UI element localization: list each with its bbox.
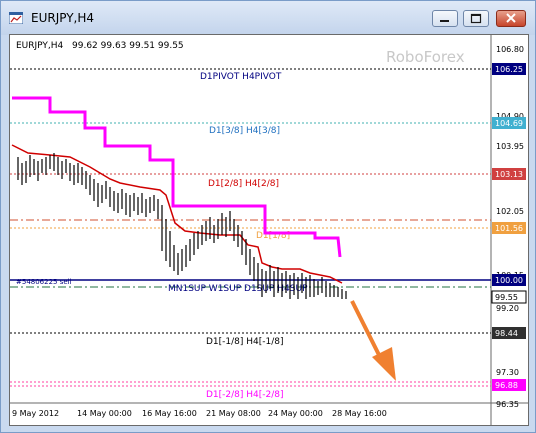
price-tag-text: 103.13 — [495, 170, 523, 179]
level-minus-2-8-label: D1[-2/8] H4[-2/8] — [206, 390, 284, 400]
tick-label: 106.80 — [496, 45, 524, 54]
price-tag-text: 106.25 — [495, 65, 523, 74]
price-tag-text: 101.56 — [495, 224, 523, 233]
price-tag-text: 100.00 — [495, 276, 523, 285]
watermark: RoboForex — [386, 48, 465, 66]
price-tag-text: 96.88 — [495, 381, 518, 390]
maximize-button[interactable] — [463, 10, 489, 27]
time-label: 21 May 08:00 — [206, 409, 261, 418]
window-title: EURJPY,H4 — [31, 11, 95, 25]
time-label: 16 May 16:00 — [142, 409, 197, 418]
minimize-icon — [440, 20, 449, 22]
level-2-8-label: D1[2/8] H4[2/8] — [208, 179, 279, 189]
maximize-icon — [470, 13, 482, 24]
chart-window: EURJPY,H4 EURJPY,H4 99.62 99.63 99.51 99… — [0, 0, 536, 433]
chart-icon — [9, 12, 23, 24]
price-tag-text: 98.44 — [495, 329, 518, 338]
time-label: 28 May 16:00 — [332, 409, 387, 418]
price-tag-text: 104.69 — [495, 119, 523, 128]
price-tag-text: 99.55 — [495, 293, 518, 302]
tick-label: 103.95 — [496, 142, 524, 151]
level-3-8-label: D1[3/8] H4[3/8] — [209, 126, 280, 136]
time-label: 14 May 00:00 — [77, 409, 132, 418]
minimize-button[interactable] — [432, 10, 458, 27]
ohlc-info: 99.62 99.63 99.51 99.55 — [72, 41, 184, 51]
tick-label: 99.20 — [496, 304, 519, 313]
support-label: MN1SUP W1SUP D1SUP H4SUP — [168, 284, 308, 294]
symbol-info: EURJPY,H4 — [16, 41, 64, 51]
pivot-label: D1PIVOT H4PIVOT — [200, 72, 282, 82]
close-button[interactable] — [496, 10, 526, 27]
tick-label: 97.30 — [496, 368, 519, 377]
order-label: #54806225 sell — [16, 278, 72, 286]
time-label: 24 May 00:00 — [268, 409, 323, 418]
time-axis: 9 May 2012 14 May 00:00 16 May 16:00 21 … — [12, 409, 387, 418]
tick-label: 96.35 — [496, 400, 519, 409]
support-stepline — [12, 96, 342, 258]
tick-label: 102.05 — [496, 207, 524, 216]
title-bar: EURJPY,H4 — [1, 1, 535, 35]
close-icon — [506, 13, 516, 23]
forecast-arrow — [350, 300, 396, 381]
chart-area[interactable]: EURJPY,H4 99.62 99.63 99.51 99.55 RoboFo… — [9, 34, 529, 426]
time-label: 9 May 2012 — [12, 409, 59, 418]
level-minus-1-8-label: D1[-1/8] H4[-1/8] — [206, 337, 284, 347]
chart-svg[interactable]: EURJPY,H4 99.62 99.63 99.51 99.55 RoboFo… — [10, 35, 528, 425]
